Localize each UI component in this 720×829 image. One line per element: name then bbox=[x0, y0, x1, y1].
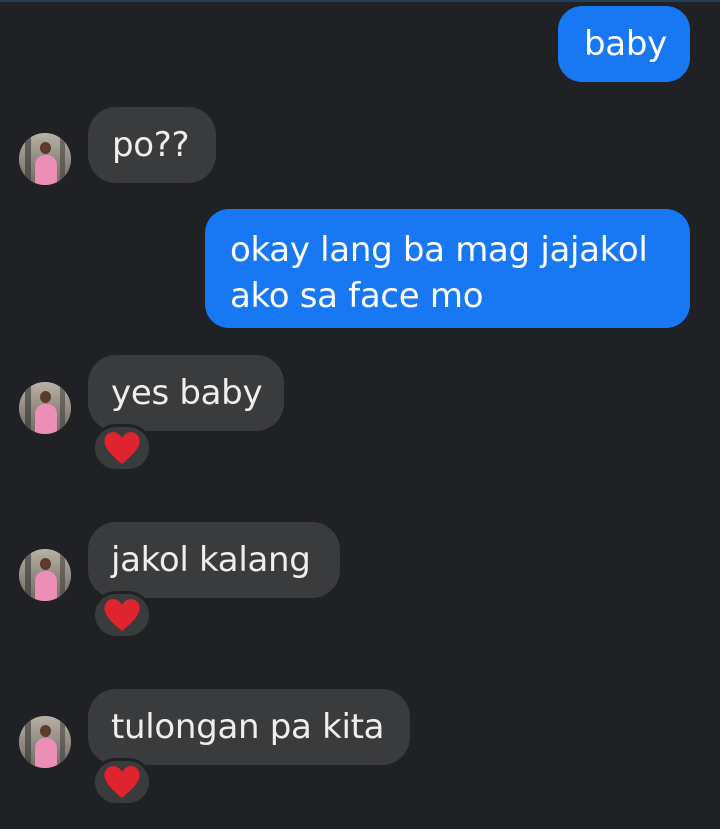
incoming-message[interactable]: po?? bbox=[88, 107, 216, 183]
incoming-message[interactable]: jakol kalang bbox=[88, 522, 340, 598]
message-reaction[interactable] bbox=[92, 591, 152, 639]
heart-icon bbox=[104, 432, 140, 464]
message-reaction[interactable] bbox=[92, 758, 152, 806]
contact-avatar[interactable] bbox=[19, 716, 71, 768]
chat-thread: baby po?? okay lang ba mag jajakol ako s… bbox=[0, 0, 720, 829]
contact-avatar[interactable] bbox=[19, 549, 71, 601]
outgoing-message[interactable]: baby bbox=[558, 6, 690, 82]
heart-icon bbox=[104, 766, 140, 798]
heart-icon bbox=[104, 599, 140, 631]
message-reaction[interactable] bbox=[92, 424, 152, 472]
top-divider bbox=[0, 0, 720, 2]
contact-avatar[interactable] bbox=[19, 133, 71, 185]
outgoing-message[interactable]: okay lang ba mag jajakol ako sa face mo bbox=[205, 209, 690, 328]
contact-avatar[interactable] bbox=[19, 382, 71, 434]
incoming-message[interactable]: yes baby bbox=[88, 355, 284, 431]
incoming-message[interactable]: tulongan pa kita bbox=[88, 689, 410, 765]
